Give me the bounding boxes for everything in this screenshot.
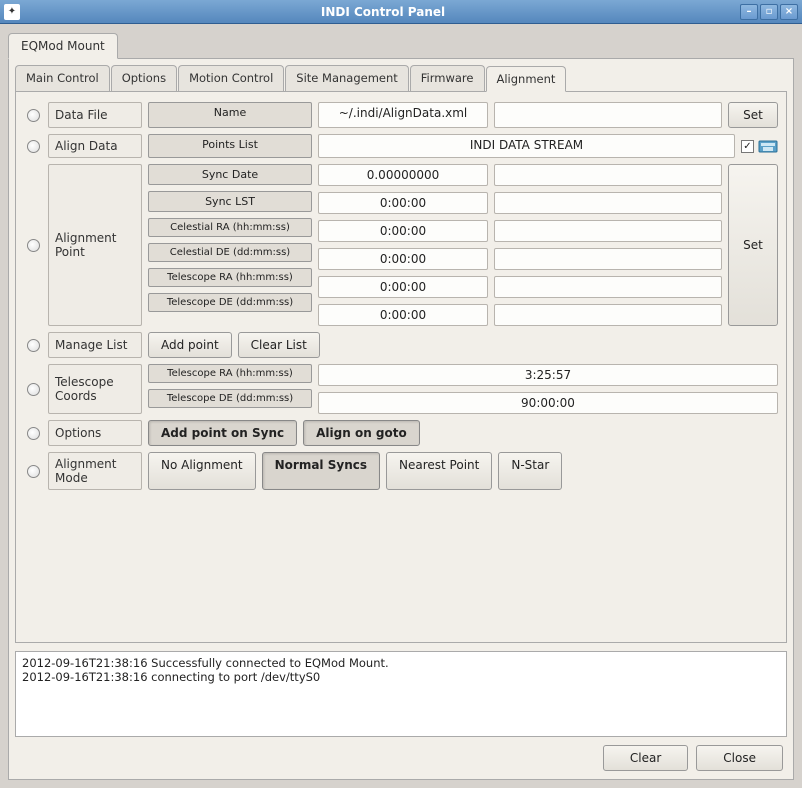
input-syncdate[interactable] <box>494 164 722 186</box>
input-celra[interactable] <box>494 220 722 242</box>
value-celde: 0:00:00 <box>318 248 488 270</box>
status-led-managelist <box>27 339 40 352</box>
value-tc-ra: 3:25:57 <box>318 364 778 386</box>
tab-site-management[interactable]: Site Management <box>285 65 409 91</box>
input-synclst[interactable] <box>494 192 722 214</box>
app-icon: ✦ <box>4 4 20 20</box>
input-telde[interactable] <box>494 304 722 326</box>
header-syncdate: Sync Date <box>148 164 312 185</box>
header-pointslist: Points List <box>148 134 312 158</box>
save-icon[interactable] <box>758 139 778 153</box>
header-celde: Celestial DE (dd:mm:ss) <box>148 243 312 262</box>
label-datafile: Data File <box>48 102 142 128</box>
log-area[interactable]: 2012-09-16T21:38:16 Successfully connect… <box>15 651 787 737</box>
status-led-telecoords <box>27 383 40 396</box>
clear-log-button[interactable]: Clear <box>603 745 688 771</box>
input-celde[interactable] <box>494 248 722 270</box>
minimize-button[interactable]: – <box>740 4 758 20</box>
value-syncdate: 0.00000000 <box>318 164 488 186</box>
tab-alignment[interactable]: Alignment <box>486 66 567 92</box>
status-led-datafile <box>27 109 40 122</box>
titlebar: ✦ INDI Control Panel – ▫ × <box>0 0 802 24</box>
status-led-options <box>27 427 40 440</box>
value-synclst: 0:00:00 <box>318 192 488 214</box>
option-addpointonsync[interactable]: Add point on Sync <box>148 420 297 446</box>
close-window-button[interactable]: × <box>780 4 798 20</box>
mode-nstar[interactable]: N-Star <box>498 452 562 490</box>
tab-main-control[interactable]: Main Control <box>15 65 110 91</box>
mode-normalsyncs[interactable]: Normal Syncs <box>262 452 380 490</box>
label-telecoords: Telescope Coords <box>48 364 142 414</box>
checkbox-aligndata[interactable]: ✓ <box>741 140 754 153</box>
label-managelist: Manage List <box>48 332 142 358</box>
status-led-alignmode <box>27 465 40 478</box>
header-celra: Celestial RA (hh:mm:ss) <box>148 218 312 237</box>
status-led-aligndata <box>27 140 40 153</box>
section-tabs: Main Control Options Motion Control Site… <box>15 65 787 91</box>
tab-eqmod-mount[interactable]: EQMod Mount <box>8 33 118 59</box>
maximize-button[interactable]: ▫ <box>760 4 778 20</box>
label-alignpoint: Alignment Point <box>48 164 142 326</box>
value-aligndata: INDI DATA STREAM <box>318 134 735 158</box>
value-tc-de: 90:00:00 <box>318 392 778 414</box>
label-options: Options <box>48 420 142 446</box>
value-telra: 0:00:00 <box>318 276 488 298</box>
add-point-button[interactable]: Add point <box>148 332 232 358</box>
input-telra[interactable] <box>494 276 722 298</box>
tab-firmware[interactable]: Firmware <box>410 65 485 91</box>
device-tabs: EQMod Mount <box>8 32 794 59</box>
input-datafile[interactable] <box>494 102 722 128</box>
mode-noalignment[interactable]: No Alignment <box>148 452 256 490</box>
value-datafile: ~/.indi/AlignData.xml <box>318 102 488 128</box>
set-datafile-button[interactable]: Set <box>728 102 778 128</box>
tab-options[interactable]: Options <box>111 65 177 91</box>
header-name: Name <box>148 102 312 128</box>
set-alignpoint-button[interactable]: Set <box>728 164 778 326</box>
option-alignongoto[interactable]: Align on goto <box>303 420 420 446</box>
label-aligndata: Align Data <box>48 134 142 158</box>
header-tc-de: Telescope DE (dd:mm:ss) <box>148 389 312 408</box>
status-led-alignpoint <box>27 239 40 252</box>
label-alignmode: Alignment Mode <box>48 452 142 490</box>
header-tc-ra: Telescope RA (hh:mm:ss) <box>148 364 312 383</box>
value-telde: 0:00:00 <box>318 304 488 326</box>
header-telde: Telescope DE (dd:mm:ss) <box>148 293 312 312</box>
clear-list-button[interactable]: Clear List <box>238 332 320 358</box>
header-synclst: Sync LST <box>148 191 312 212</box>
window-title: INDI Control Panel <box>26 5 740 19</box>
value-celra: 0:00:00 <box>318 220 488 242</box>
close-button[interactable]: Close <box>696 745 783 771</box>
mode-nearestpoint[interactable]: Nearest Point <box>386 452 492 490</box>
header-telra: Telescope RA (hh:mm:ss) <box>148 268 312 287</box>
tab-motion-control[interactable]: Motion Control <box>178 65 284 91</box>
